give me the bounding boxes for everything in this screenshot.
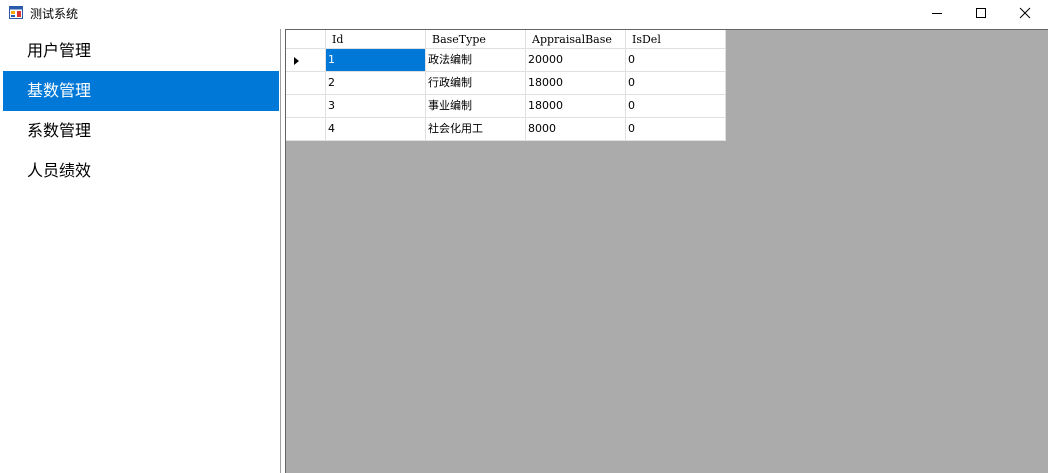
column-header-base-type[interactable]: BaseType: [426, 30, 526, 49]
table-cell[interactable]: 0: [626, 95, 726, 118]
title-bar: 测试系统: [0, 0, 1048, 26]
sidebar-item-user-management[interactable]: 用户管理: [3, 31, 279, 71]
table-cell[interactable]: 20000: [526, 49, 626, 72]
sidebar-item-base-management[interactable]: 基数管理: [3, 71, 279, 111]
minimize-button[interactable]: [914, 0, 960, 26]
table-cell[interactable]: 0: [626, 72, 726, 95]
table-cell[interactable]: 事业编制: [426, 95, 526, 118]
sidebar-item-coefficient-management[interactable]: 系数管理: [3, 111, 279, 151]
close-icon: [1019, 7, 1031, 19]
window-title: 测试系统: [30, 7, 79, 21]
table-cell[interactable]: 社会化用工: [426, 118, 526, 141]
sidebar: 用户管理 基数管理 系数管理 人员绩效: [0, 29, 280, 473]
app-icon: [9, 6, 23, 19]
table-cell[interactable]: 8000: [526, 118, 626, 141]
table-cell[interactable]: 0: [626, 49, 726, 72]
table-cell[interactable]: 政法编制: [426, 49, 526, 72]
data-grid[interactable]: Id BaseType AppraisalBase IsDel 1 政法编制 2…: [285, 29, 1048, 473]
maximize-icon: [976, 8, 986, 18]
table-cell[interactable]: 1: [326, 49, 426, 72]
table-cell[interactable]: 3: [326, 95, 426, 118]
column-header-is-del[interactable]: IsDel: [626, 30, 726, 49]
close-button[interactable]: [1002, 0, 1048, 26]
maximize-button[interactable]: [958, 0, 1004, 26]
row-header[interactable]: [286, 118, 326, 141]
row-header[interactable]: [286, 49, 326, 72]
table-cell[interactable]: 18000: [526, 72, 626, 95]
column-header-appraisal-base[interactable]: AppraisalBase: [526, 30, 626, 49]
grid-corner-header[interactable]: [286, 30, 326, 49]
table-cell[interactable]: 18000: [526, 95, 626, 118]
row-header[interactable]: [286, 95, 326, 118]
panel-splitter[interactable]: [280, 29, 281, 473]
table-cell[interactable]: 行政编制: [426, 72, 526, 95]
current-row-arrow-icon: [294, 57, 299, 65]
column-header-id[interactable]: Id: [326, 30, 426, 49]
sidebar-item-staff-performance[interactable]: 人员绩效: [3, 151, 279, 191]
minimize-icon: [932, 13, 942, 14]
table-cell[interactable]: 4: [326, 118, 426, 141]
row-header[interactable]: [286, 72, 326, 95]
table-cell[interactable]: 2: [326, 72, 426, 95]
table-cell[interactable]: 0: [626, 118, 726, 141]
